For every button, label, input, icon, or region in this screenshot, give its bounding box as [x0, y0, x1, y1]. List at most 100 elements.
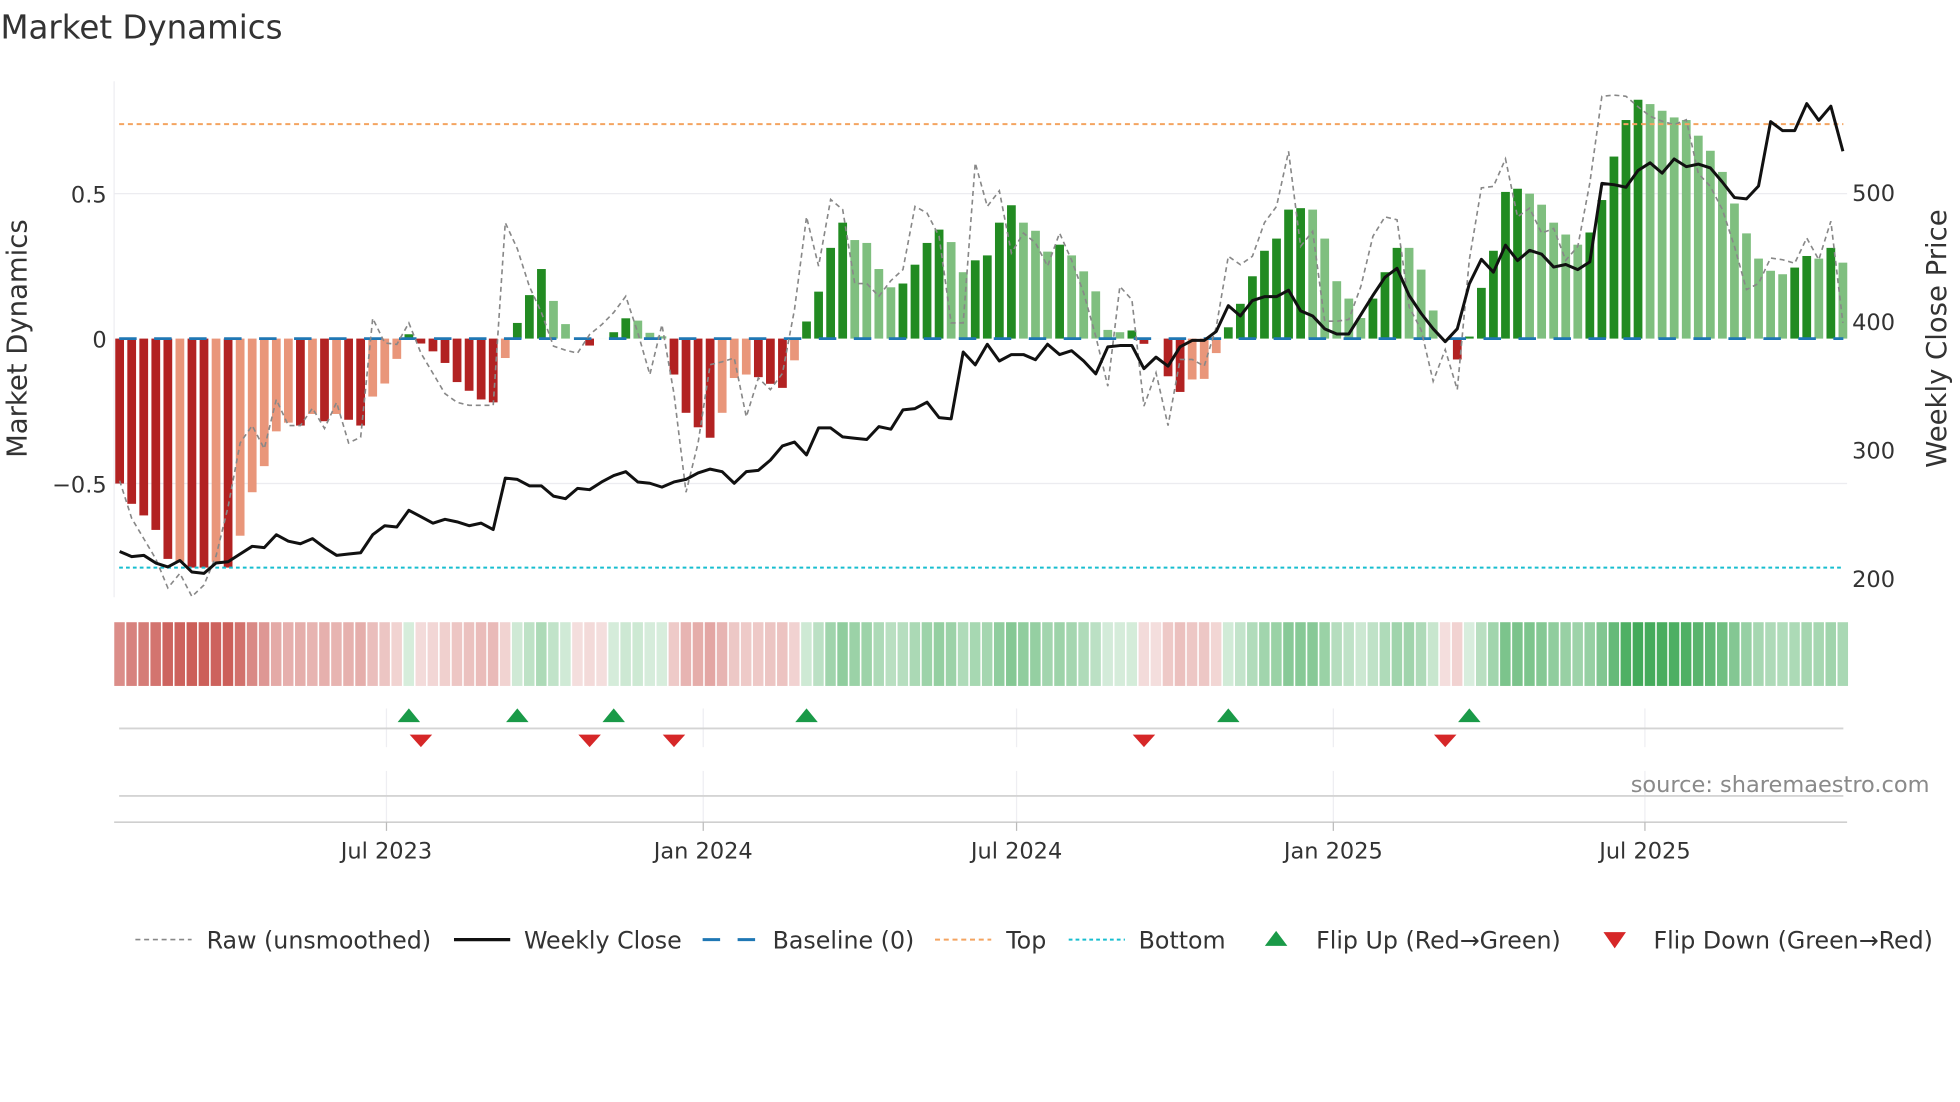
heat-strip-cell: [174, 622, 186, 686]
dynamics-bar: [778, 338, 787, 388]
dynamics-bar: [1501, 191, 1510, 339]
flip-up-marker: [506, 708, 529, 723]
dynamics-bar: [283, 338, 293, 423]
dynamics-bar: [934, 229, 944, 339]
dynamics-bar: [1513, 188, 1522, 339]
heat-strip-cell: [1186, 622, 1198, 686]
dynamics-bar: [464, 338, 474, 391]
heat-strip-cell: [680, 622, 692, 686]
dynamics-bar: [790, 338, 799, 361]
dynamics-bar: [766, 338, 775, 384]
dynamics-bars: [115, 99, 1848, 568]
heat-strip-cell: [186, 622, 198, 686]
heat-strip-cell: [463, 622, 475, 686]
dynamics-bar: [862, 242, 872, 339]
heat-strip-cell: [620, 622, 631, 686]
dynamics-bar: [549, 300, 558, 339]
heat-strip-cell: [1391, 622, 1403, 686]
dynamics-bar: [139, 338, 149, 516]
heat-strip-cell: [1668, 622, 1680, 686]
heat-strip-cell: [415, 622, 427, 686]
heat-strip-cell: [608, 622, 619, 686]
flip-up-marker: [397, 708, 421, 723]
heat-strip-cell: [1102, 622, 1113, 686]
heat-strip-cell: [1126, 622, 1138, 686]
heat-strip-cell: [813, 622, 824, 686]
y-axis-left-label: Market Dynamics: [2, 219, 34, 458]
heat-strip-cell: [1403, 622, 1415, 686]
dynamics-bar: [1681, 120, 1691, 339]
left-tick-label: 0: [92, 327, 106, 353]
dynamics-bar: [1248, 276, 1257, 339]
dynamics-bar: [1477, 287, 1486, 339]
heat-strip-cell: [777, 622, 788, 686]
dynamics-bar: [1537, 204, 1547, 339]
right-tick-label: 400: [1852, 310, 1895, 336]
heat-strip-cell: [1620, 622, 1632, 686]
x-tick-label: Jul 2025: [1597, 838, 1690, 864]
heat-strip-cell: [692, 622, 704, 686]
heat-strip-cell: [596, 622, 607, 686]
dynamics-bar: [1657, 110, 1667, 339]
dynamics-bar: [416, 338, 426, 344]
heat-strip-cell: [644, 622, 655, 686]
legend-label: Flip Up (Red→Green): [1316, 926, 1561, 954]
heat-strip-cell: [1741, 622, 1752, 686]
heat-strip-cell: [1692, 622, 1704, 686]
heat-strip-cell: [367, 622, 378, 686]
dynamics-bar: [753, 338, 763, 378]
heat-strip-cell: [1500, 622, 1511, 686]
dynamics-bar: [1718, 171, 1727, 339]
dynamics-bar: [1754, 258, 1763, 339]
heat-strip-cell: [1210, 622, 1222, 686]
heat-strip-cell: [114, 622, 125, 686]
dynamics-bar: [1163, 338, 1173, 377]
heat-strip-cell: [1524, 622, 1535, 686]
heat-strip-cell: [451, 622, 463, 686]
flip-markers-panel: [119, 708, 1844, 823]
heat-strip-cell: [1042, 622, 1053, 686]
heat-strip-cell: [138, 622, 149, 686]
heat-strip-cell: [355, 622, 366, 686]
dynamics-bar: [271, 338, 281, 432]
heat-strip-cell: [1596, 622, 1608, 686]
dynamics-bar: [296, 338, 305, 426]
dynamics-bar: [826, 247, 836, 339]
heat-strip-cell: [1271, 622, 1282, 686]
flip-down-marker: [1433, 734, 1457, 748]
heat-strip-cell: [1018, 622, 1029, 686]
dynamics-bar: [970, 260, 980, 339]
heat-strip-cell: [1150, 622, 1162, 686]
dynamics-bar: [380, 338, 390, 384]
dynamics-bar: [1621, 120, 1631, 339]
dynamics-bar: [1332, 281, 1342, 339]
flip-up-marker: [795, 708, 818, 723]
dynamics-bar: [1272, 238, 1281, 339]
raw-line: [118, 94, 1844, 598]
heat-strip-cell: [945, 622, 957, 686]
legend-label: Raw (unsmoothed): [207, 926, 431, 954]
dynamics-bar: [524, 295, 534, 339]
dynamics-bar: [151, 338, 161, 530]
dynamics-bar: [1742, 233, 1751, 339]
dynamics-bar: [874, 269, 884, 339]
dynamics-bar: [115, 338, 125, 484]
dynamics-bar: [1802, 255, 1812, 339]
dynamics-bar: [633, 320, 643, 339]
dynamics-bar: [1633, 99, 1643, 339]
heat-strip-cell: [632, 622, 643, 686]
heat-strip-cell: [969, 622, 981, 686]
dynamics-bar: [1392, 247, 1402, 339]
dynamics-bar: [1669, 117, 1679, 339]
heat-strip-cell: [1488, 622, 1499, 686]
heat-strip-cell: [1054, 622, 1065, 686]
dynamics-bar: [392, 338, 402, 359]
dynamics-bar: [187, 338, 197, 568]
dynamics-bar: [561, 324, 570, 339]
heat-strip-cell: [1463, 622, 1475, 686]
dynamics-bar: [898, 283, 908, 339]
heat-strip-cell: [295, 622, 306, 686]
heat-strip-cell: [222, 622, 234, 686]
dynamics-bar: [1838, 262, 1848, 339]
dynamics-bar: [223, 338, 233, 568]
